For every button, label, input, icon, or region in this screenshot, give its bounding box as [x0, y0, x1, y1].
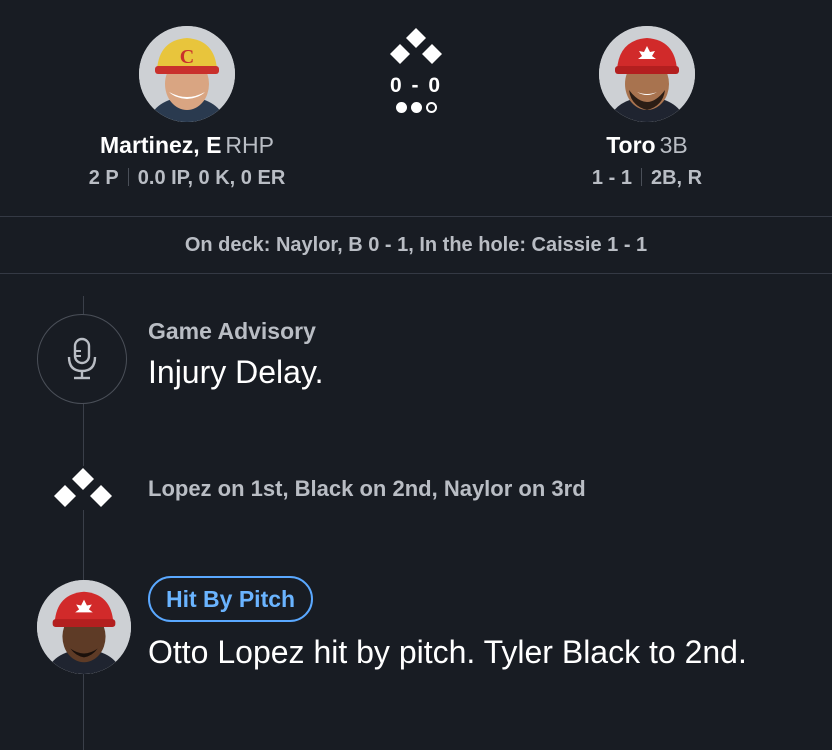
advisory-text: Injury Delay. [148, 354, 324, 390]
outs-indicator [366, 102, 466, 113]
stat-divider [640, 168, 642, 186]
out-dot-2 [410, 102, 422, 113]
pitcher-headshot[interactable]: C [139, 26, 235, 122]
on-deck-text: On deck: Naylor, B 0 - 1, In the hole: C… [184, 233, 648, 256]
runners-on-base-text: Lopez on 1st, Black on 2nd, Naylor on 3r… [148, 476, 586, 501]
play-type-label: Hit By Pitch [166, 585, 296, 612]
pitcher-pitch-count: 2 P [88, 167, 119, 189]
batter-name[interactable]: Toro [606, 132, 655, 158]
stat-divider [127, 168, 129, 186]
on-deck-bar: On deck: Naylor, B 0 - 1, In the hole: C… [0, 216, 832, 274]
pitcher-card[interactable]: C Martinez, E RHP 2 P 0.0 IP, 0 K, 0 ER [37, 26, 337, 190]
ball-strike-count: 0 - 0 [389, 74, 443, 97]
batter-line: 2B, R [650, 167, 703, 189]
count-indicator: 0 - 0 [366, 26, 466, 113]
play-description: Otto Lopez hit by pitch. Tyler Black to … [148, 634, 747, 670]
play-player-image [37, 580, 131, 674]
bases-icon [52, 466, 114, 510]
bases-diamond-icon [390, 28, 442, 64]
advisory-title: Game Advisory [148, 318, 316, 344]
batter-name-line: Toro 3B [497, 132, 797, 159]
gamecast-page: C Martinez, E RHP 2 P 0.0 IP, 0 K, 0 ER 0 … [0, 0, 832, 750]
matchup-panel: C Martinez, E RHP 2 P 0.0 IP, 0 K, 0 ER 0 … [0, 0, 832, 216]
microphone-icon [67, 337, 97, 380]
advisory-icon-circle [37, 314, 127, 404]
batter-record: 1 - 1 [591, 167, 632, 189]
pitcher-line: 0.0 IP, 0 K, 0 ER [137, 167, 286, 189]
pitcher-headshot-image: C [139, 26, 235, 122]
out-dot-3 [425, 102, 437, 113]
pitcher-position: RHP [225, 132, 274, 158]
pitcher-name[interactable]: Martinez, E [100, 132, 221, 158]
pitcher-name-line: Martinez, E RHP [37, 132, 337, 159]
pitcher-stats: 2 P 0.0 IP, 0 K, 0 ER [37, 167, 337, 190]
pitcher-cap-letter: C [180, 46, 194, 68]
play-type-badge: Hit By Pitch [148, 576, 314, 622]
batter-card[interactable]: Toro 3B 1 - 1 2B, R [497, 26, 797, 190]
batter-position: 3B [659, 132, 688, 158]
out-dot-1 [395, 102, 407, 113]
batter-stats: 1 - 1 2B, R [497, 167, 797, 190]
play-player-headshot[interactable] [37, 580, 131, 674]
batter-headshot[interactable] [599, 26, 695, 122]
batter-headshot-image [599, 26, 695, 122]
